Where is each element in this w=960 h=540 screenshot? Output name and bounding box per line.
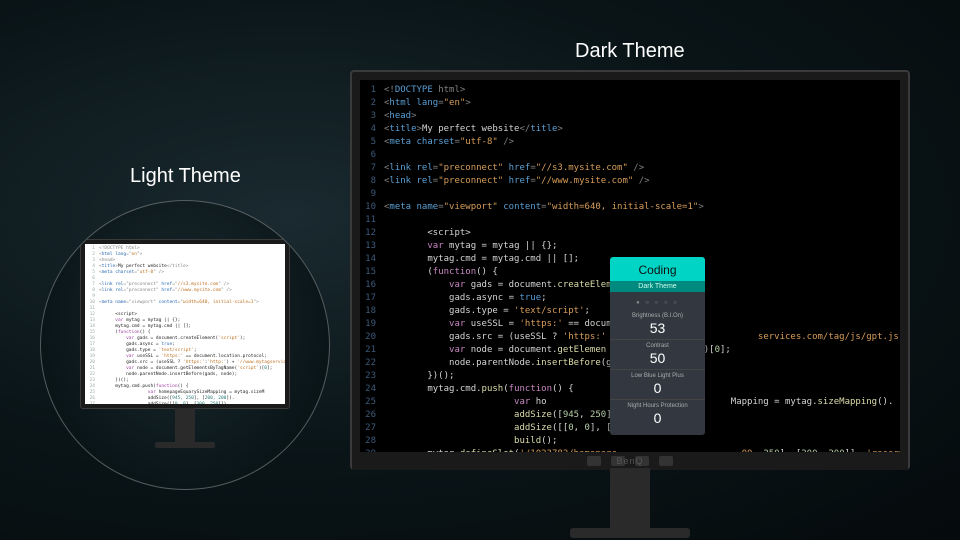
code-line: 9 <box>360 188 900 201</box>
code-line: 7<link rel="preconnect" href="//s3.mysit… <box>360 162 900 175</box>
code-content: <title>My perfect website</title> <box>384 123 900 136</box>
osd-pager-dots-icon: ● ○ ○ ○ ○ <box>610 298 705 310</box>
line-number: 28 <box>360 435 384 448</box>
code-content <box>384 149 900 162</box>
line-number: 6 <box>360 149 384 162</box>
osd-header: Coding <box>610 257 705 281</box>
code-content: <script> <box>384 227 900 240</box>
osd-row-label: Low Blue Light Plus <box>610 373 705 379</box>
light-theme-label: Light Theme <box>130 165 241 188</box>
code-content: build(); <box>384 435 900 448</box>
code-content: var mytag = mytag || {}; <box>384 240 900 253</box>
light-theme-circle: 1<!DOCTYPE html>2<html lang="en">3<head>… <box>40 200 330 490</box>
code-content <box>384 214 900 227</box>
osd-row-label: Brightness (B.I.On) <box>610 313 705 319</box>
line-number: 27 <box>360 422 384 435</box>
osd-row[interactable]: Brightness (B.I.On)53 <box>610 310 705 339</box>
code-content: addSize([[0, 0], [300, 250]]). <box>99 402 285 404</box>
line-number: 12 <box>360 227 384 240</box>
line-number: 15 <box>360 266 384 279</box>
line-number: 23 <box>360 370 384 383</box>
osd-row-value: 53 <box>610 320 705 336</box>
line-number: 19 <box>360 318 384 331</box>
code-line: 28 build(); <box>360 435 900 448</box>
code-line: 1<!DOCTYPE html> <box>360 84 900 97</box>
monitor-brand: BenQ <box>616 456 643 466</box>
line-number: 18 <box>360 305 384 318</box>
code-line: 3<head> <box>360 110 900 123</box>
code-content: <head> <box>384 110 900 123</box>
osd-row-value: 50 <box>610 350 705 366</box>
osd-row[interactable]: Low Blue Light Plus0 <box>610 369 705 399</box>
line-number: 21 <box>360 344 384 357</box>
line-number: 14 <box>360 253 384 266</box>
light-code-editor: 1<!DOCTYPE html>2<html lang="en">3<head>… <box>85 244 285 404</box>
code-content: <!DOCTYPE html> <box>384 84 900 97</box>
line-number: 22 <box>360 357 384 370</box>
line-number: 1 <box>360 84 384 97</box>
line-number: 7 <box>360 162 384 175</box>
line-number: 10 <box>360 201 384 214</box>
line-number: 20 <box>360 331 384 344</box>
line-number: 25 <box>360 396 384 409</box>
line-number: 8 <box>360 175 384 188</box>
osd-panel[interactable]: Coding Dark Theme ● ○ ○ ○ ○ Brightness (… <box>610 257 705 435</box>
light-monitor: 1<!DOCTYPE html>2<html lang="en">3<head>… <box>80 239 290 409</box>
code-content <box>384 188 900 201</box>
line-number: 4 <box>360 123 384 136</box>
osd-row[interactable]: Contrast50 <box>610 339 705 369</box>
code-line: 13 var mytag = mytag || {}; <box>360 240 900 253</box>
line-number: 16 <box>360 279 384 292</box>
line-number: 27 <box>85 402 99 404</box>
code-content: <meta name="viewport" content="width=640… <box>384 201 900 214</box>
osd-row-label: Night Hours Protection <box>610 403 705 409</box>
monitor-stand <box>175 408 195 448</box>
line-number: 13 <box>360 240 384 253</box>
code-line: 10<meta name="viewport" content="width=6… <box>360 201 900 214</box>
line-number: 26 <box>360 409 384 422</box>
osd-body: ● ○ ○ ○ ○ Brightness (B.I.On)53Contrast5… <box>610 292 705 435</box>
line-number: 2 <box>360 97 384 110</box>
osd-row-label: Contrast <box>610 343 705 349</box>
line-number: 24 <box>360 383 384 396</box>
code-line: 6 <box>360 149 900 162</box>
osd-subtitle: Dark Theme <box>610 281 705 292</box>
code-line: 5<meta charset="utf-8" /> <box>360 136 900 149</box>
osd-mode: Coding <box>610 263 705 277</box>
line-number: 5 <box>360 136 384 149</box>
osd-row-value: 0 <box>610 380 705 396</box>
osd-row[interactable]: Night Hours Protection0 <box>610 399 705 429</box>
code-content: <link rel="preconnect" href="//www.mysit… <box>384 175 900 188</box>
code-line: 12 <script> <box>360 227 900 240</box>
line-number: 17 <box>360 292 384 305</box>
line-number: 9 <box>360 188 384 201</box>
monitor-button-icon[interactable] <box>659 456 673 466</box>
monitor-stand <box>610 468 650 538</box>
code-line: 27 addSize([[0, 0], [300, 250]]). <box>85 402 285 404</box>
code-line: 8<link rel="preconnect" href="//www.mysi… <box>360 175 900 188</box>
line-number: 11 <box>360 214 384 227</box>
code-content: <meta charset="utf-8" /> <box>384 136 900 149</box>
line-number: 3 <box>360 110 384 123</box>
code-line: 2<html lang="en"> <box>360 97 900 110</box>
code-content: <html lang="en"> <box>384 97 900 110</box>
dark-theme-label: Dark Theme <box>575 40 685 63</box>
osd-row-value: 0 <box>610 410 705 426</box>
code-line: 4<title>My perfect website</title> <box>360 123 900 136</box>
monitor-button-icon[interactable] <box>587 456 601 466</box>
code-content: <link rel="preconnect" href="//s3.mysite… <box>384 162 900 175</box>
code-line: 11 <box>360 214 900 227</box>
